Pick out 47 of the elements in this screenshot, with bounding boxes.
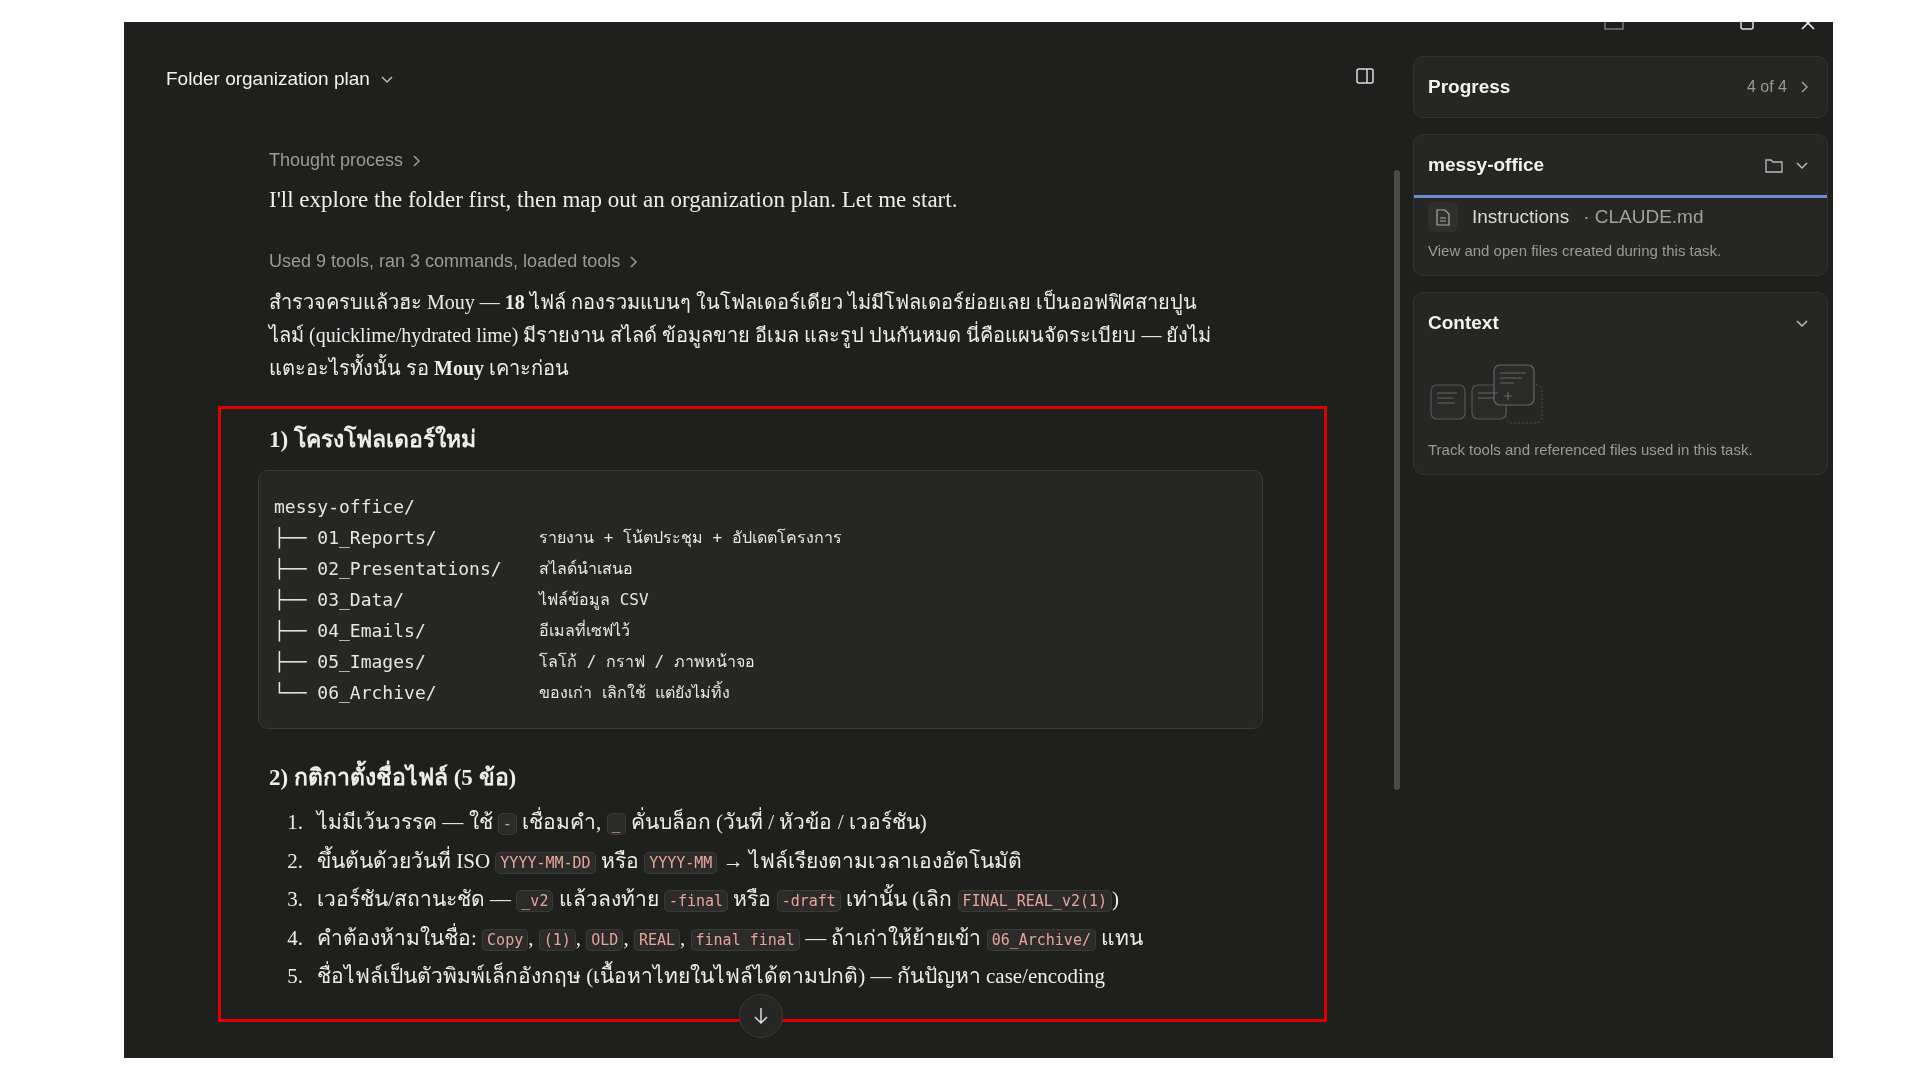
chevron-right-icon[interactable] (411, 153, 422, 168)
scroll-down-button[interactable] (739, 994, 783, 1038)
arrow-down-icon (753, 1007, 769, 1025)
folder-icon[interactable] (1765, 157, 1783, 173)
message-text: I'll explore the folder first, then map out an organization plan. Let me start. (269, 187, 959, 213)
card-title: Context (1428, 312, 1500, 334)
section-heading: 2) กติกาตั้งชื่อไฟล์ (5 ข้อ) (269, 759, 1249, 795)
list-item-text: ไม่มีเว้นวรรค — ใช้ - เชื่อมคำ, _ คั่นบล็อก (วันที่ / หัวข้อ / เวอร์ชัน) (317, 808, 927, 839)
sidebar-toggle-icon[interactable] (1356, 68, 1374, 84)
list-number: 3. (286, 886, 303, 913)
folder-name: ├── 01_Reports/ (274, 526, 438, 551)
folder-note: ไฟล์ข้อมูล CSV (539, 589, 649, 612)
folder-note: โลโก้ / กราฟ / ภาพหน้าจอ (539, 651, 755, 673)
list-item-text: เวอร์ชัน/สถานะชัด — _v2 แล้วลงท้าย -final หรือ -draft เท่านั้น (เลิก FINAL_REAL_v2(1) ) (317, 885, 1120, 916)
list-number: 1. (286, 809, 303, 836)
folder-name: └── 06_Archive/ (274, 681, 438, 705)
message-paragraph: สำรวจครบแล้วฮะ Mouy — 18 ไฟล์ กองรวมแบนๆ ในโฟลเดอร์เดียว ไม่มีโฟลเดอร์ย่อยเลย เป็นออฟฟิศสายปูนไลม์ (quicklime/hydrated lime) มีรายงาน สไลด์ ข้อมูลขาย อีเมล และรูป ปนกันหมด นี่คือแผนจัดระเบียบ — ยังไม่แตะอะไรทั้งนั้น รอ Mouy เคาะก่อน (269, 288, 1213, 382)
list-number: 5. (286, 963, 303, 990)
progress-count: 4 of 4 (1746, 78, 1787, 96)
card-title: Progress (1428, 76, 1512, 98)
folder-note: รายงาน + โน้ตประชุม + อัปเดตโครงการ (539, 527, 842, 550)
file-label[interactable]: Instructions (1472, 206, 1570, 228)
list-item-text: ชื่อไฟล์เป็นตัวพิมพ์เล็กอังกฤษ (เนื้อหาไทยในไฟล์ได้ตามปกติ) — กันปัญหา case/encoding (317, 962, 1105, 991)
chevron-right-icon[interactable] (1799, 80, 1809, 94)
code-line: messy-office/ (274, 496, 415, 517)
card-hint: View and open files created during this task. (1427, 241, 1723, 261)
thought-process-toggle[interactable]: Thought process (269, 150, 404, 171)
folder-note: สไลด์นำเสนอ (539, 558, 633, 580)
folder-name: ├── 05_Images/ (274, 650, 427, 675)
folder-name: ├── 02_Presentations/ (274, 557, 503, 582)
folder-note: อีเมลที่เซฟไว้ (539, 619, 630, 642)
folder-name: ├── 03_Data/ (274, 588, 406, 613)
chat-title[interactable]: Folder organization plan (166, 68, 370, 90)
chevron-right-icon[interactable] (628, 254, 639, 269)
list-item-text: คำต้องห้ามในชื่อ: Copy , (1) , OLD , REAL , final final — ถ้าเก่าให้ย้ายเข้า 06_Archive/ แทน (317, 923, 1144, 953)
file-name[interactable]: · CLAUDE.md (1583, 206, 1704, 228)
card-hint: Track tools and referenced files used in this task. (1427, 440, 1754, 460)
list-number: 2. (286, 847, 303, 875)
document-icon (1428, 202, 1458, 232)
folder-name: ├── 04_Emails/ (274, 619, 427, 644)
scrollbar[interactable] (1394, 170, 1400, 790)
section-heading: 1) โครงโฟลเดอร์ใหม่ (269, 424, 477, 454)
list-item-text: ขึ้นต้นด้วยวันที่ ISO YYYY-MM-DD หรือ YYYY-MM → ไฟล์เรียงตามเวลาเองอัตโนมัติ (317, 846, 1022, 876)
list-number: 4. (286, 924, 303, 952)
tool-usage-toggle[interactable]: Used 9 tools, ran 3 commands, loaded tools (269, 251, 621, 272)
card-title: messy-office (1428, 154, 1546, 176)
folder-note: ของเก่า เลิกใช้ แต่ยังไม่ทิ้ง (539, 680, 731, 704)
